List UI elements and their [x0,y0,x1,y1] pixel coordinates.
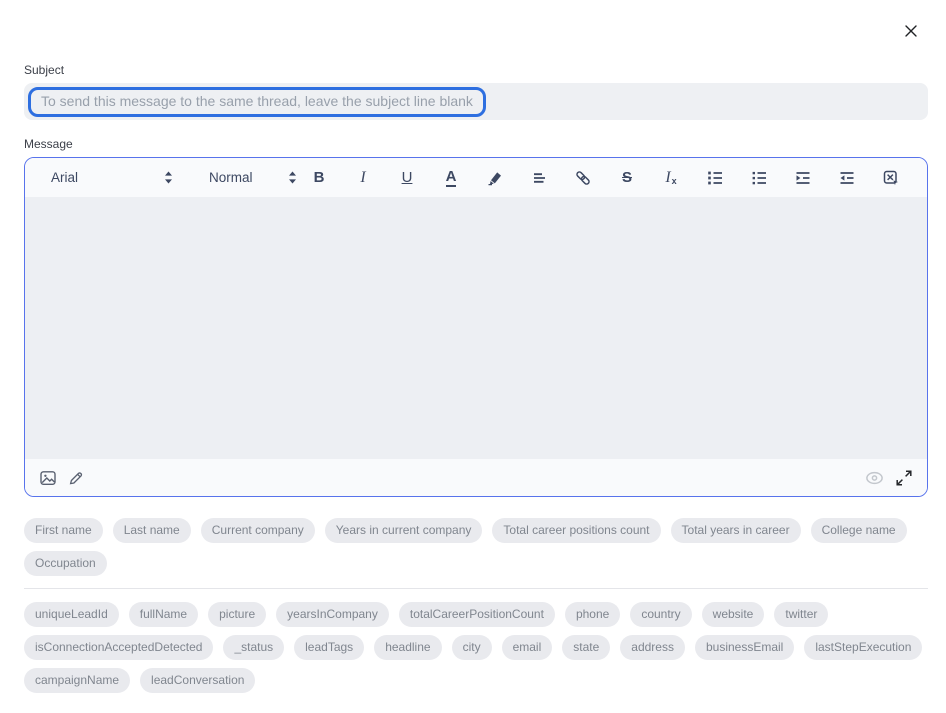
paragraph-style-value: Normal [209,170,253,185]
clear-formatting-icon: I x [665,170,676,186]
preview-button[interactable] [865,469,883,487]
underline-button[interactable]: U [385,163,429,193]
outdent-button[interactable] [825,163,869,193]
italic-icon: I [360,170,365,186]
ordered-list-button[interactable] [693,163,737,193]
message-editor: Arial Normal B I U A [24,157,928,497]
ordered-list-icon [706,169,724,187]
placeholder-chip[interactable]: isConnectionAcceptedDetected [24,635,213,660]
placeholder-chip[interactable]: lastStepExecution [804,635,922,660]
subject-focus-ring: To send this message to the same thread,… [28,87,486,117]
link-button[interactable] [561,163,605,193]
eye-icon [865,471,884,485]
placeholder-chip[interactable]: College name [811,518,907,543]
technical-placeholder-chips: uniqueLeadId fullName picture yearsInCompan… [24,602,928,693]
placeholder-chip[interactable]: state [562,635,610,660]
friendly-placeholder-chips: First name Last name Current company Years … [24,518,928,576]
placeholder-chip[interactable]: _status [223,635,284,660]
font-family-value: Arial [51,170,78,185]
placeholder-chip[interactable]: uniqueLeadId [24,602,119,627]
expand-icon [896,470,912,486]
bullet-list-icon [750,169,768,187]
placeholder-chip[interactable]: fullName [129,602,198,627]
updown-arrows-icon [164,171,173,184]
placeholder-chip[interactable]: leadConversation [140,668,255,693]
outdent-icon [838,169,856,187]
bold-button[interactable]: B [297,163,341,193]
clear-formatting-button[interactable]: I x [649,163,693,193]
align-button[interactable] [517,163,561,193]
placeholder-chip[interactable]: twitter [774,602,828,627]
placeholder-chip[interactable]: headline [374,635,441,660]
placeholder-chip[interactable]: country [630,602,691,627]
message-label: Message [24,137,73,151]
close-icon[interactable] [902,22,920,40]
indent-button[interactable] [781,163,825,193]
placeholder-chip[interactable]: Occupation [24,551,107,576]
paragraph-style-select[interactable]: Normal [209,170,297,185]
chip-groups-divider [24,588,928,589]
text-color-button[interactable]: A [429,163,473,193]
align-icon [530,169,548,187]
indent-icon [794,169,812,187]
placeholder-chip[interactable]: campaignName [24,668,130,693]
editor-bottom-bar [25,459,927,496]
image-icon [39,469,57,487]
pencil-icon [67,469,85,487]
placeholder-chip[interactable]: Last name [113,518,191,543]
strikethrough-icon: S [622,170,632,185]
placeholder-chip[interactable]: Total years in career [671,518,801,543]
subject-placeholder: To send this message to the same thread,… [41,93,473,109]
font-family-select[interactable]: Arial [51,170,173,185]
link-icon [574,169,592,187]
bullet-list-button[interactable] [737,163,781,193]
editor-toolbar: Arial Normal B I U A [25,158,927,197]
placeholder-chip[interactable]: Total career positions count [492,518,660,543]
placeholder-chip[interactable]: businessEmail [695,635,794,660]
placeholder-chip[interactable]: address [620,635,685,660]
highlight-button[interactable] [473,163,517,193]
placeholder-chip[interactable]: leadTags [294,635,364,660]
compose-message-dialog: Subject To send this message to the same… [0,0,946,713]
subject-input[interactable]: To send this message to the same thread,… [24,83,928,120]
strikethrough-button[interactable]: S [605,163,649,193]
underline-icon: U [402,170,413,185]
insert-image-button[interactable] [39,469,57,487]
placeholder-chip[interactable]: totalCareerPositionCount [399,602,555,627]
placeholder-chip[interactable]: Years in current company [325,518,483,543]
remove-image-button[interactable] [869,163,913,193]
italic-button[interactable]: I [341,163,385,193]
placeholder-chip[interactable]: yearsInCompany [276,602,389,627]
placeholder-chip[interactable]: email [502,635,553,660]
subject-label: Subject [24,63,64,77]
placeholder-chip[interactable]: Current company [201,518,315,543]
bold-icon: B [314,170,325,185]
placeholder-chip[interactable]: picture [208,602,266,627]
updown-arrows-icon [288,171,297,184]
placeholder-chip[interactable]: First name [24,518,103,543]
message-body-input[interactable] [25,197,927,459]
placeholder-chip[interactable]: website [702,602,765,627]
placeholder-chip[interactable]: city [452,635,492,660]
remove-image-icon [882,169,900,187]
highlighter-icon [486,169,504,187]
fullscreen-button[interactable] [895,469,913,487]
placeholder-chip[interactable]: phone [565,602,620,627]
text-color-icon: A [446,169,457,187]
edit-signature-button[interactable] [67,469,85,487]
